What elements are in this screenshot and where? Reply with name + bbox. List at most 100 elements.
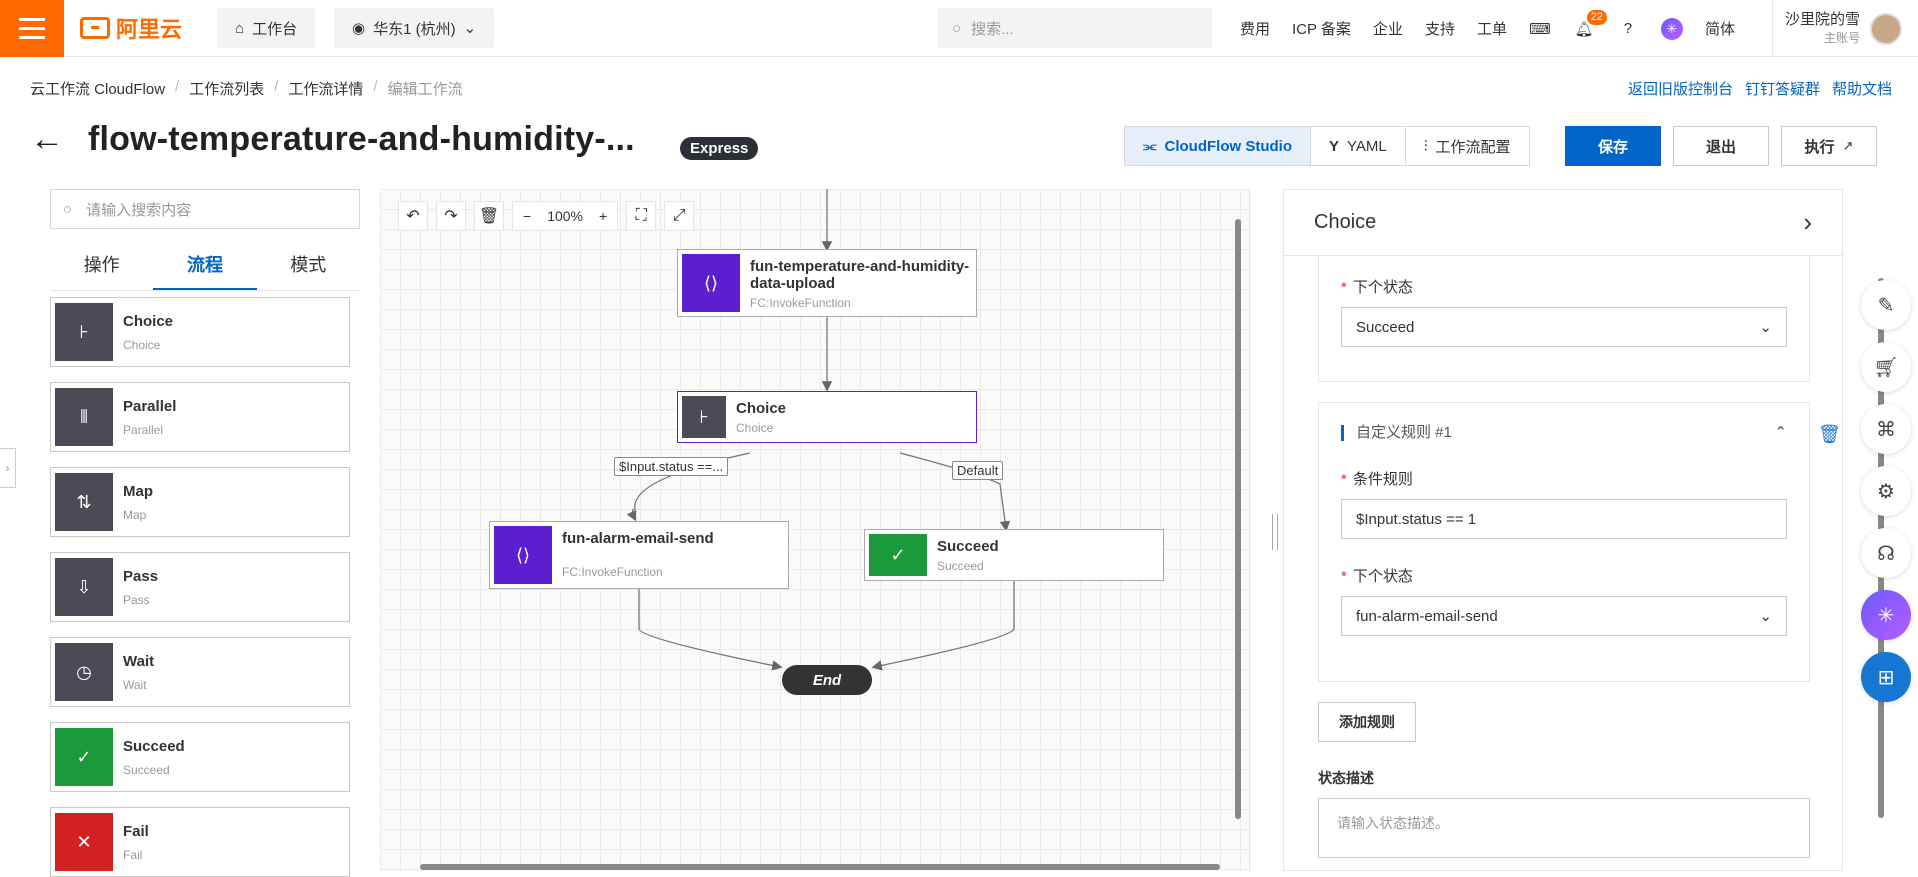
headset-icon[interactable]: ☊: [1861, 528, 1911, 578]
config-panel-header: Choice ›: [1284, 190, 1842, 256]
condition-input[interactable]: $Input.status == 1: [1341, 499, 1787, 539]
state-item-wait[interactable]: ◷ Wait Wait: [50, 637, 350, 707]
nav-ticket[interactable]: 工单: [1477, 18, 1507, 39]
choice-icon: ⊦: [682, 396, 726, 438]
canvas-vertical-scrollbar[interactable]: [1233, 199, 1243, 839]
help-icon[interactable]: ?: [1617, 18, 1639, 40]
region-label: 华东1 (杭州): [373, 20, 456, 38]
config-panel-title: Choice: [1314, 211, 1377, 233]
state-item-type: Succeed: [123, 762, 170, 777]
tab-yaml[interactable]: Y YAML: [1311, 127, 1406, 165]
settings-icon[interactable]: ⚙: [1861, 466, 1911, 516]
state-item-name: Parallel: [123, 397, 177, 415]
breadcrumb-flow-list[interactable]: 工作流列表: [189, 78, 264, 99]
check-icon: ✓: [869, 534, 927, 576]
user-menu[interactable]: 沙里院的雪 主账号: [1772, 0, 1918, 57]
nav-icp[interactable]: ICP 备案: [1292, 18, 1351, 39]
breadcrumb-flow-detail[interactable]: 工作流详情: [288, 78, 363, 99]
panel-resize-handle[interactable]: [1272, 514, 1278, 550]
command-icon[interactable]: ⌘: [1861, 404, 1911, 454]
top-bar: 阿里云 ⌂ 工作台 ◉ 华东1 (杭州) ⌄ ○ 搜索... 费用 ICP 备案 企业 …: [0, 0, 1918, 57]
collapse-panel-icon[interactable]: ›: [1803, 207, 1812, 238]
state-search-input[interactable]: ○ 请输入搜索内容: [50, 189, 360, 229]
apps-icon[interactable]: ⊞: [1861, 652, 1911, 702]
state-item-fail[interactable]: ✕ Fail Fail: [50, 807, 350, 877]
nav-billing[interactable]: 费用: [1240, 18, 1270, 39]
nav-enterprise[interactable]: 企业: [1373, 18, 1403, 39]
condition-label: 条件规则: [1352, 471, 1413, 488]
tab-cloudflow-studio[interactable]: ⫘ CloudFlow Studio: [1125, 127, 1311, 165]
add-rule-button[interactable]: 添加规则: [1318, 702, 1416, 742]
exit-button[interactable]: 退出: [1673, 126, 1769, 166]
aliyun-logo[interactable]: 阿里云: [80, 12, 182, 44]
state-library-panel: ○ 请输入搜索内容 操作 流程 模式 ⊦ Choice Choice ⫴ Parallel…: [50, 189, 360, 877]
assistant-icon[interactable]: ✳: [1660, 17, 1683, 40]
default-next-card: * 下个状态 Succeed ⌄: [1318, 256, 1810, 382]
tab-flow-config[interactable]: ⫶ 工作流配置: [1406, 127, 1529, 165]
tab-patterns[interactable]: 模式: [257, 243, 360, 290]
node-succeed-name: Succeed: [937, 538, 999, 555]
cart-icon[interactable]: 🛒︎: [1861, 342, 1911, 392]
link-help-docs[interactable]: 帮助文档: [1832, 78, 1892, 99]
description-textarea[interactable]: 请输入状态描述。: [1318, 798, 1810, 858]
page-title: flow-temperature-and-humidity-...: [88, 120, 635, 158]
custom-rule-card: 自定义规则 #1 ⌃ * 条件规则 $Input.status == 1 * 下个状…: [1318, 402, 1810, 682]
state-category-tabs: 操作 流程 模式: [50, 243, 360, 291]
rule-next-state-value: fun-alarm-email-send: [1356, 607, 1498, 625]
bell-icon[interactable]: 🔔︎ 22: [1573, 9, 1607, 40]
view-switcher: ⫘ CloudFlow Studio Y YAML ⫶ 工作流配置: [1124, 126, 1530, 166]
node-succeed-type: Succeed: [937, 559, 984, 573]
chevron-down-icon: ⌄: [1759, 319, 1772, 336]
edge-label-rule[interactable]: $Input.status ==...: [614, 457, 729, 476]
save-button[interactable]: 保存: [1565, 126, 1661, 166]
state-item-type: Choice: [123, 337, 161, 352]
run-button[interactable]: 执行 ↗: [1781, 126, 1877, 166]
avatar: [1870, 12, 1903, 45]
back-arrow-icon[interactable]: ←: [30, 120, 70, 159]
node-succeed[interactable]: ✓ Succeed Succeed: [864, 529, 1164, 581]
tab-yaml-label: YAML: [1347, 137, 1387, 155]
state-item-name: Pass: [123, 567, 159, 585]
node-alarm-function[interactable]: ⟨⟩ fun-alarm-email-send FC:InvokeFunction: [489, 521, 789, 589]
state-item-type: Wait: [123, 677, 147, 692]
node-upload-function[interactable]: ⟨⟩ fun-temperature-and-humidity-data-upl…: [677, 249, 977, 317]
canvas-horizontal-scrollbar[interactable]: [390, 861, 1240, 871]
region-select[interactable]: ◉ 华东1 (杭州) ⌄: [334, 8, 495, 48]
node-end[interactable]: End: [782, 665, 872, 695]
terminal-icon[interactable]: ⌨: [1529, 18, 1551, 40]
language-switch[interactable]: 简体: [1705, 18, 1735, 39]
state-item-succeed[interactable]: ✓ Succeed Succeed: [50, 722, 350, 792]
nav-support[interactable]: 支持: [1425, 18, 1455, 39]
flow-canvas[interactable]: ↶ ↷ 🗑︎ − 100% + ⛶ ⤢ ⟨⟩ fun-temperature-a…: [380, 189, 1250, 871]
expand-left-button[interactable]: ›: [0, 448, 16, 488]
workbench-label: 工作台: [252, 20, 298, 38]
state-item-parallel[interactable]: ⫴ Parallel Parallel: [50, 382, 350, 452]
workbench-button[interactable]: ⌂ 工作台: [217, 8, 316, 48]
state-list: ⊦ Choice Choice ⫴ Parallel Parallel ⇅ Map Map ⇩ Pa…: [50, 297, 360, 877]
node-choice[interactable]: ⊦ Choice Choice: [677, 391, 977, 443]
ai-assistant-icon[interactable]: ✳: [1861, 590, 1911, 640]
condition-value: $Input.status == 1: [1356, 510, 1477, 528]
edit-icon[interactable]: ✎: [1861, 280, 1911, 330]
wait-icon: ◷: [55, 643, 113, 701]
tab-flow[interactable]: 流程: [153, 243, 257, 290]
link-dingtalk-group[interactable]: 钉钉答疑群: [1745, 78, 1820, 99]
state-item-name: Wait: [123, 652, 155, 670]
add-rule-row: 添加规则: [1318, 702, 1810, 742]
map-icon: ⇅: [55, 473, 113, 531]
link-old-console[interactable]: 返回旧版控制台: [1628, 78, 1733, 99]
state-item-name: Fail: [123, 822, 149, 840]
state-item-map[interactable]: ⇅ Map Map: [50, 467, 350, 537]
global-search-input[interactable]: ○ 搜索...: [938, 8, 1212, 48]
edge-label-default[interactable]: Default: [952, 461, 1004, 480]
rule-next-state-select[interactable]: fun-alarm-email-send ⌄: [1341, 596, 1787, 636]
tab-actions[interactable]: 操作: [50, 243, 153, 290]
state-item-pass[interactable]: ⇩ Pass Pass: [50, 552, 350, 622]
state-item-choice[interactable]: ⊦ Choice Choice: [50, 297, 350, 367]
breadcrumb-cloudflow[interactable]: 云工作流 CloudFlow: [30, 78, 165, 99]
state-item-name: Choice: [123, 312, 174, 330]
delete-rule-icon[interactable]: 🗑︎: [1818, 424, 1841, 445]
default-next-state-select[interactable]: Succeed ⌄: [1341, 307, 1787, 347]
menu-icon[interactable]: [0, 0, 64, 57]
chevron-up-icon[interactable]: ⌃: [1774, 423, 1787, 441]
